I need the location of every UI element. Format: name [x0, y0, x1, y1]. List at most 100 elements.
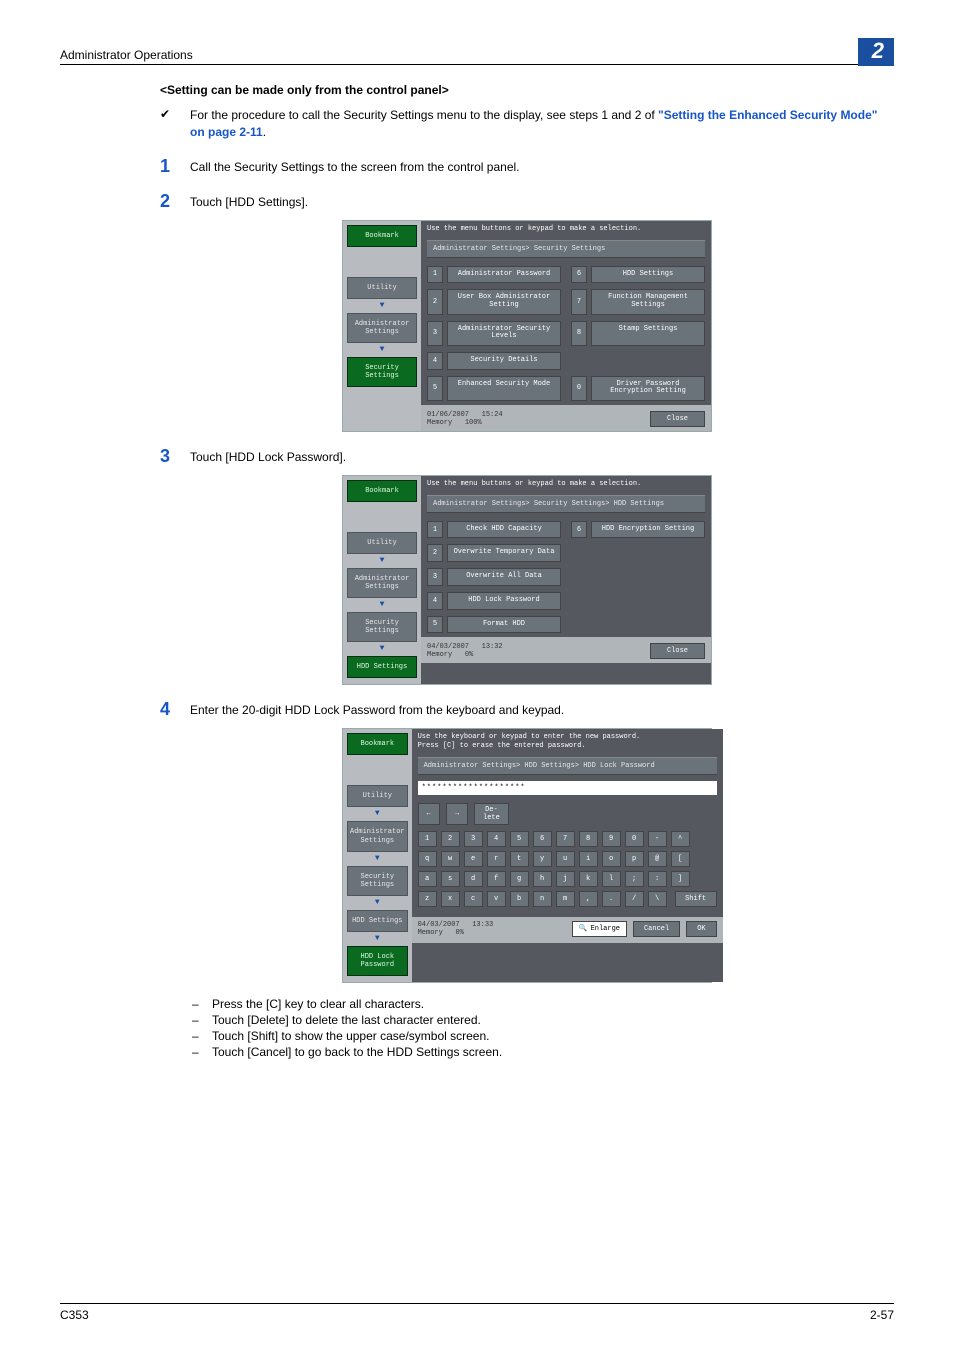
option-admin-password[interactable]: 1Administrator Password: [427, 266, 561, 284]
key-g[interactable]: g: [510, 871, 529, 887]
nav-bookmark[interactable]: Bookmark: [347, 480, 417, 502]
enlarge-button[interactable]: 🔍Enlarge: [572, 921, 627, 937]
ok-button[interactable]: OK: [686, 921, 716, 937]
nav-admin-settings[interactable]: Administrator Settings: [347, 313, 417, 343]
nav-hdd-settings[interactable]: HDD Settings: [347, 656, 417, 678]
nav-security-settings[interactable]: Security Settings: [347, 866, 408, 896]
option-driver-pw-enc[interactable]: 0Driver Password Encryption Setting: [571, 376, 705, 401]
key-j[interactable]: j: [556, 871, 575, 887]
key-m[interactable]: m: [556, 891, 575, 907]
key-3[interactable]: 3: [464, 831, 483, 847]
step-4: 4 Enter the 20-digit HDD Lock Password f…: [160, 699, 894, 720]
key-4[interactable]: 4: [487, 831, 506, 847]
key-h[interactable]: h: [533, 871, 552, 887]
cancel-button[interactable]: Cancel: [633, 921, 680, 937]
key-k[interactable]: k: [579, 871, 598, 887]
key-8[interactable]: 8: [579, 831, 598, 847]
key-x[interactable]: x: [441, 891, 460, 907]
option-overwrite-all[interactable]: 3Overwrite All Data: [427, 568, 561, 586]
key-v[interactable]: v: [487, 891, 506, 907]
key-5[interactable]: 5: [510, 831, 529, 847]
option-stamp-settings[interactable]: 8Stamp Settings: [571, 321, 705, 346]
key-n[interactable]: n: [533, 891, 552, 907]
option-format-hdd[interactable]: 5Format HDD: [427, 616, 561, 634]
key-q[interactable]: q: [418, 851, 437, 867]
nav-bookmark[interactable]: Bookmark: [347, 733, 408, 755]
note-b: Touch [Delete] to delete the last charac…: [212, 1013, 481, 1027]
key--[interactable]: -: [648, 831, 667, 847]
nav-hdd-settings[interactable]: HDD Settings: [347, 910, 408, 932]
key-;[interactable]: ;: [625, 871, 644, 887]
key-w[interactable]: w: [441, 851, 460, 867]
option-hdd-lock-pw[interactable]: 4HDD Lock Password: [427, 592, 561, 610]
key-u[interactable]: u: [556, 851, 575, 867]
key-@[interactable]: @: [648, 851, 667, 867]
key-9[interactable]: 9: [602, 831, 621, 847]
magnifier-icon: 🔍: [579, 924, 588, 933]
key-o[interactable]: o: [602, 851, 621, 867]
status-mem-label: Memory: [427, 651, 452, 659]
key-/[interactable]: /: [625, 891, 644, 907]
key-l[interactable]: l: [602, 871, 621, 887]
screenshot-hdd-lock-password: Bookmark Utility ▼ Administrator Setting…: [342, 728, 712, 982]
option-admin-sec-levels[interactable]: 3Administrator Security Levels: [427, 321, 561, 346]
close-button[interactable]: Close: [650, 643, 705, 659]
screenshot-security-settings: Bookmark Utility ▼ Administrator Setting…: [342, 220, 712, 432]
key-f[interactable]: f: [487, 871, 506, 887]
key-t[interactable]: t: [510, 851, 529, 867]
nav-admin-settings[interactable]: Administrator Settings: [347, 821, 408, 851]
key-s[interactable]: s: [441, 871, 460, 887]
status-bar: 04/03/2007 13:33 Memory 0% 🔍Enlarge Canc…: [412, 917, 723, 943]
intro-text-b: .: [263, 125, 266, 139]
delete-button[interactable]: De- lete: [474, 803, 509, 825]
status-bar: 04/03/2007 13:32 Memory 0% Close: [421, 637, 711, 663]
nav-utility[interactable]: Utility: [347, 532, 417, 554]
option-overwrite-temp[interactable]: 2Overwrite Temporary Data: [427, 544, 561, 562]
key-e[interactable]: e: [464, 851, 483, 867]
key-.[interactable]: .: [602, 891, 621, 907]
key-\[interactable]: \: [648, 891, 667, 907]
nav-bookmark[interactable]: Bookmark: [347, 225, 417, 247]
option-security-details[interactable]: 4Security Details: [427, 352, 561, 370]
step-text: Call the Security Settings to the screen…: [190, 156, 894, 174]
key-0[interactable]: 0: [625, 831, 644, 847]
option-userbox-admin[interactable]: 2User Box Administrator Setting: [427, 289, 561, 314]
shift-key[interactable]: Shift: [675, 891, 717, 907]
option-hdd-enc-setting[interactable]: 6HDD Encryption Setting: [571, 521, 705, 539]
key-a[interactable]: a: [418, 871, 437, 887]
key-6[interactable]: 6: [533, 831, 552, 847]
nav-hdd-lock-password[interactable]: HDD Lock Password: [347, 946, 408, 976]
option-check-hdd-cap[interactable]: 1Check HDD Capacity: [427, 521, 561, 539]
key-c[interactable]: c: [464, 891, 483, 907]
key-2[interactable]: 2: [441, 831, 460, 847]
nav-admin-settings[interactable]: Administrator Settings: [347, 568, 417, 598]
nav-utility[interactable]: Utility: [347, 785, 408, 807]
cursor-right-button[interactable]: →: [446, 803, 468, 825]
option-hdd-settings[interactable]: 6HDD Settings: [571, 266, 705, 284]
key-i[interactable]: i: [579, 851, 598, 867]
key-1[interactable]: 1: [418, 831, 437, 847]
status-time: 13:33: [472, 921, 493, 929]
key-y[interactable]: y: [533, 851, 552, 867]
password-field[interactable]: ********************: [418, 781, 717, 795]
key-:[interactable]: :: [648, 871, 667, 887]
cursor-left-button[interactable]: ←: [418, 803, 440, 825]
nav-security-settings[interactable]: Security Settings: [347, 357, 417, 387]
key-7[interactable]: 7: [556, 831, 575, 847]
key-z[interactable]: z: [418, 891, 437, 907]
key-^[interactable]: ^: [671, 831, 690, 847]
option-enhanced-sec-mode[interactable]: 5Enhanced Security Mode: [427, 376, 561, 401]
key-r[interactable]: r: [487, 851, 506, 867]
footer-right: 2-57: [870, 1308, 894, 1322]
close-button[interactable]: Close: [650, 411, 705, 427]
nav-utility[interactable]: Utility: [347, 277, 417, 299]
key-b[interactable]: b: [510, 891, 529, 907]
key-][interactable]: ]: [671, 871, 690, 887]
key-[[interactable]: [: [671, 851, 690, 867]
step-number: 2: [160, 191, 174, 212]
option-function-mgmt[interactable]: 7Function Management Settings: [571, 289, 705, 314]
key-,[interactable]: ,: [579, 891, 598, 907]
key-d[interactable]: d: [464, 871, 483, 887]
key-p[interactable]: p: [625, 851, 644, 867]
nav-security-settings[interactable]: Security Settings: [347, 612, 417, 642]
